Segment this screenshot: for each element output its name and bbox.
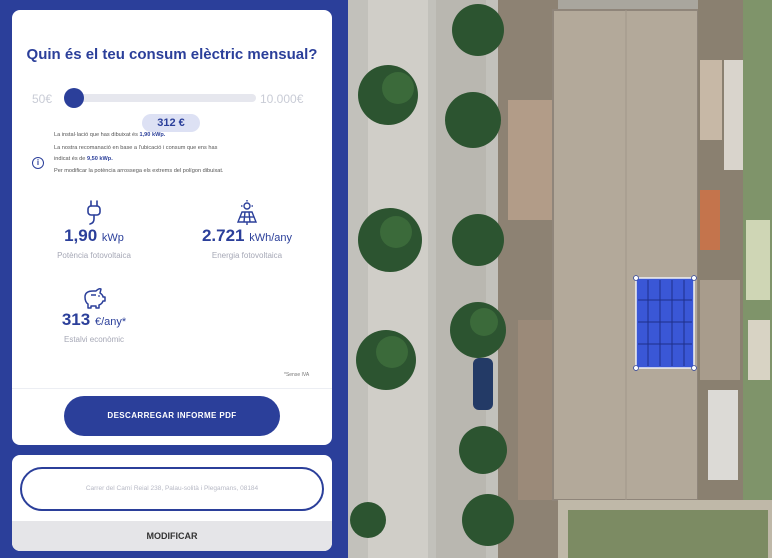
info-modify-hint: Per modificar la potència arrossega els … (54, 168, 224, 174)
aerial-image (348, 0, 772, 558)
saving-value: 313 €/any* (34, 310, 154, 330)
energy-caption: Energia fotovoltaica (211, 251, 283, 260)
consumption-slider-thumb[interactable] (64, 88, 84, 108)
installed-power-value: 1,90 kWp. (139, 132, 166, 138)
energy-value: 2.721 kWh/any (182, 226, 312, 246)
vat-footnote: *Sense IVA (284, 372, 310, 378)
plug-icon (87, 200, 101, 225)
power-value: 1,90 kWp (34, 226, 154, 246)
slider-max-label: 10.000€ (260, 92, 304, 106)
address-field[interactable]: Carrer del Camí Reial 238, Palau-solità … (20, 467, 324, 511)
modify-button[interactable]: MODIFICAR (12, 521, 332, 551)
download-pdf-button[interactable]: DESCARREGAR INFORME PDF (64, 396, 280, 436)
consumption-question: Quin és el teu consum elèctric mensual? (26, 46, 318, 63)
metric-energy: 2.721 kWh/any Energia fotovoltaica (182, 200, 312, 260)
power-unit: kWp (101, 232, 124, 244)
info-installed-power: La instal·lació que has dibuixat és 1,90… (54, 132, 165, 138)
saving-unit: €/any* (94, 316, 127, 328)
satellite-map[interactable] (348, 0, 772, 558)
address-card: Carrer del Camí Reial 238, Palau-solità … (12, 455, 332, 551)
slider-min-label: 50€ (32, 92, 53, 106)
info-recommended-power: indicat és de 9,50 kWp. (54, 156, 113, 162)
piggy-bank-icon (84, 288, 106, 309)
consumption-slider-track[interactable] (70, 94, 256, 102)
calculator-card: Quin és el teu consum elèctric mensual? … (12, 10, 332, 445)
metric-power: 1,90 kWp Potència fotovoltaica (34, 200, 154, 260)
side-panel: Quin és el teu consum elèctric mensual? … (0, 0, 348, 558)
divider (12, 388, 332, 389)
energy-unit: kWh/any (249, 232, 293, 244)
info-recommendation: La nostra recomanació en base a l'ubicac… (54, 145, 218, 151)
info-text: La instal·lació que has dibuixat és (54, 132, 140, 138)
saving-number: 313 (61, 310, 91, 329)
recommended-power-value: 9,50 kWp. (86, 156, 113, 162)
metric-saving: 313 €/any* Estalvi econòmic (34, 286, 154, 344)
saving-caption: Estalvi econòmic (63, 335, 125, 344)
info-icon: i (32, 157, 44, 169)
power-caption: Potència fotovoltaica (57, 251, 131, 260)
consumption-value-badge: 312 € (142, 114, 200, 132)
solar-panel-icon (236, 200, 258, 225)
info-text: indicat és de (54, 156, 87, 162)
energy-number: 2.721 (201, 226, 245, 245)
power-number: 1,90 (64, 226, 98, 245)
